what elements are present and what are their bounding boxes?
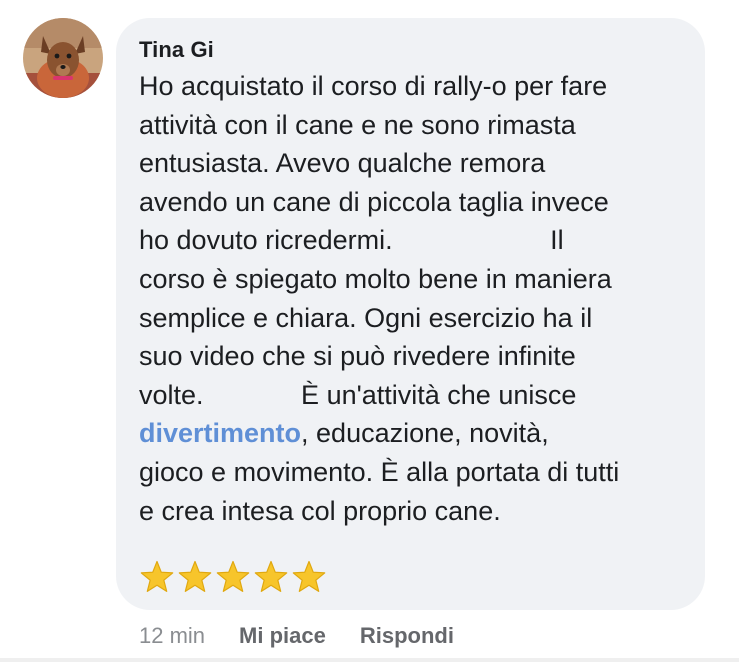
comment-line: avendo un cane di piccola taglia invece — [139, 186, 609, 218]
comment-line-text: e crea intesa col proprio cane. — [139, 496, 501, 526]
star-emoji-icon — [177, 559, 213, 595]
divider — [0, 658, 739, 662]
avatar[interactable] — [23, 18, 103, 98]
star-emoji-icon — [215, 559, 251, 595]
star-emoji-icon — [139, 559, 175, 595]
comment-line-text: avendo un cane di piccola taglia invece — [139, 187, 609, 217]
comment-line-text: semplice e chiara. Ogni esercizio ha il — [139, 303, 593, 333]
comment-line: entusiasta. Avevo qualche remora — [139, 147, 545, 179]
comment-timestamp[interactable]: 12 min — [139, 623, 205, 649]
comment-line: suo video che si può rivedere infinite — [139, 340, 576, 372]
comment-line: divertimento, educazione, novità, — [139, 417, 549, 449]
comment-line-text: , educazione, novità, — [301, 418, 549, 448]
comment-line-text: suo video che si può rivedere infinite — [139, 341, 576, 371]
star-emoji-icon — [291, 559, 327, 595]
comment-line: semplice e chiara. Ogni esercizio ha il — [139, 302, 592, 334]
reply-button[interactable]: Rispondi — [360, 623, 454, 649]
comment-line: volte. È un'attività che unisce — [139, 379, 576, 411]
comment-line: corso è spiegato molto bene in maniera — [139, 263, 612, 295]
comment-actions: 12 min Mi piace Rispondi — [139, 622, 454, 650]
comment-line: gioco e movimento. È alla portata di tut… — [139, 456, 619, 488]
comment-line-text: Ho acquistato il corso di rally-o per fa… — [139, 71, 608, 101]
star-rating — [139, 559, 327, 595]
comment-line-text: volte. È un'attività che unisce — [139, 380, 577, 410]
dog-avatar-icon — [23, 18, 103, 98]
comment-line: ho dovuto ricredermi. Il — [139, 224, 564, 256]
star-emoji-icon — [253, 559, 289, 595]
comment-line-text: entusiasta. Avevo qualche remora — [139, 148, 546, 178]
comment-line: Ho acquistato il corso di rally-o per fa… — [139, 70, 607, 102]
comment-line-text: gioco e movimento. È alla portata di tut… — [139, 457, 620, 487]
comment-author[interactable]: Tina Gi — [139, 37, 214, 63]
comment-line-text: attività con il cane e ne sono rimasta — [139, 110, 576, 140]
like-button[interactable]: Mi piace — [239, 623, 326, 649]
comment-line: e crea intesa col proprio cane. — [139, 495, 501, 527]
comment-line-text: corso è spiegato molto bene in maniera — [139, 264, 612, 294]
comment-line: attività con il cane e ne sono rimasta — [139, 109, 576, 141]
comment-line-text: ho dovuto ricredermi. Il — [139, 225, 564, 255]
hashtag-link[interactable]: divertimento — [139, 418, 301, 448]
